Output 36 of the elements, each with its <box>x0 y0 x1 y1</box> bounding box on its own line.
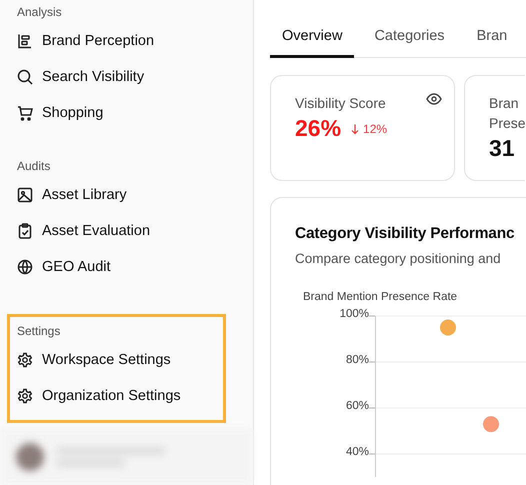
y-tick-label: 80% <box>346 354 369 366</box>
metric-title: Visibility Score <box>295 94 386 113</box>
metric-title: Bran <box>489 94 520 113</box>
y-tick-label: 60% <box>346 400 369 412</box>
sidebar-item[interactable]: Workspace Settings <box>17 342 216 378</box>
settings-icon <box>17 352 33 368</box>
section-heading: Settings <box>17 324 62 338</box>
section-heading: Analysis <box>17 5 63 19</box>
y-tick-label: 40% <box>346 446 369 458</box>
tab[interactable]: Overview <box>270 20 354 58</box>
sidebar-item[interactable]: Asset Evaluation <box>17 213 216 249</box>
sidebar-item[interactable]: Shopping <box>17 95 216 131</box>
chart-subtitle: Compare category positioning and <box>295 251 502 266</box>
clipboard-check-icon <box>17 223 33 239</box>
image-icon <box>17 187 33 203</box>
sidebar-item[interactable]: GEO Audit <box>17 249 216 285</box>
y-axis-label: Brand Mention Presence Rate <box>303 291 458 303</box>
sidebar-item[interactable]: Brand Perception <box>17 23 216 59</box>
settings-icon <box>17 388 33 404</box>
metric-change: 12% <box>363 122 388 136</box>
eye-icon[interactable] <box>426 93 442 105</box>
chart-list-icon <box>17 33 33 49</box>
chart-title: Category Visibility Performanc <box>295 225 516 243</box>
metric-value: 26% <box>295 115 342 142</box>
cart-icon <box>17 105 33 121</box>
sidebar-item[interactable]: Asset Library <box>17 177 216 213</box>
y-tick-label: 100% <box>340 308 369 320</box>
tab[interactable]: Bran <box>464 20 520 58</box>
sidebar-item[interactable]: Organization Settings <box>17 378 216 414</box>
metric-value: 31 <box>489 135 515 162</box>
sidebar-item[interactable]: Search Visibility <box>17 59 216 95</box>
metric-title: Prese <box>489 114 526 133</box>
globe-icon <box>17 259 33 275</box>
search-icon <box>17 69 33 85</box>
section-heading: Audits <box>17 159 52 173</box>
tab[interactable]: Categories <box>362 20 457 58</box>
